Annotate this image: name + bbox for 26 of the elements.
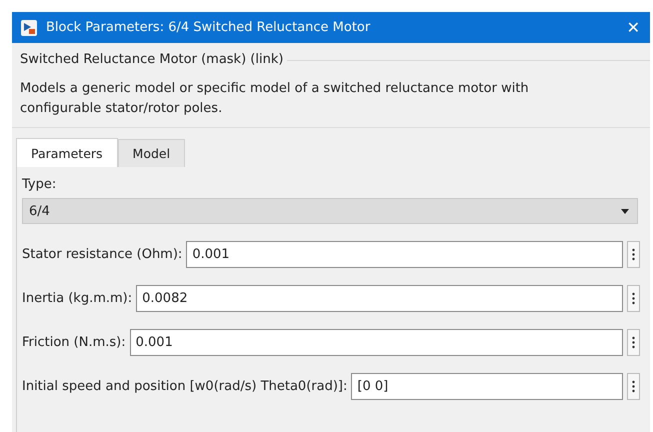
field-label: Type: bbox=[22, 176, 58, 194]
vertical-dots-icon bbox=[632, 380, 635, 393]
app-icon bbox=[20, 18, 38, 36]
vertical-dots-icon bbox=[632, 292, 635, 305]
input-field[interactable]: 0.001 bbox=[130, 329, 623, 356]
type-dropdown[interactable]: 6/4 bbox=[22, 198, 638, 224]
tab[interactable]: Model bbox=[118, 139, 186, 167]
more-options-button[interactable] bbox=[627, 373, 640, 400]
group-title: Switched Reluctance Motor (mask) (link) bbox=[20, 52, 284, 67]
more-options-button[interactable] bbox=[627, 241, 640, 268]
more-options-button[interactable] bbox=[627, 285, 640, 312]
field-label: Friction (N.m.s): bbox=[22, 335, 126, 350]
input-field[interactable]: 0.001 bbox=[186, 241, 623, 268]
field-label: Stator resistance (Ohm): bbox=[22, 247, 182, 262]
close-button[interactable]: ✕ bbox=[622, 18, 644, 37]
caret-icon bbox=[621, 208, 629, 214]
vertical-dots-icon bbox=[632, 248, 635, 261]
tab[interactable]: Parameters bbox=[16, 138, 118, 167]
window-title: Block Parameters: 6/4 Switched Reluctance Motor bbox=[46, 20, 372, 35]
more-options-button[interactable] bbox=[627, 329, 640, 356]
description-text: Models a generic model or specific model of a switched reluctance motor with configurable stator/rotor poles. bbox=[12, 67, 650, 128]
field-label: Inertia (kg.m.m): bbox=[22, 291, 132, 306]
vertical-dots-icon bbox=[632, 336, 635, 349]
input-field[interactable]: 0.0082 bbox=[136, 285, 623, 312]
input-field[interactable]: [0 0] bbox=[351, 373, 623, 400]
field-label: Initial speed and position [w0(rad/s) Theta0(rad)]: bbox=[22, 379, 348, 394]
